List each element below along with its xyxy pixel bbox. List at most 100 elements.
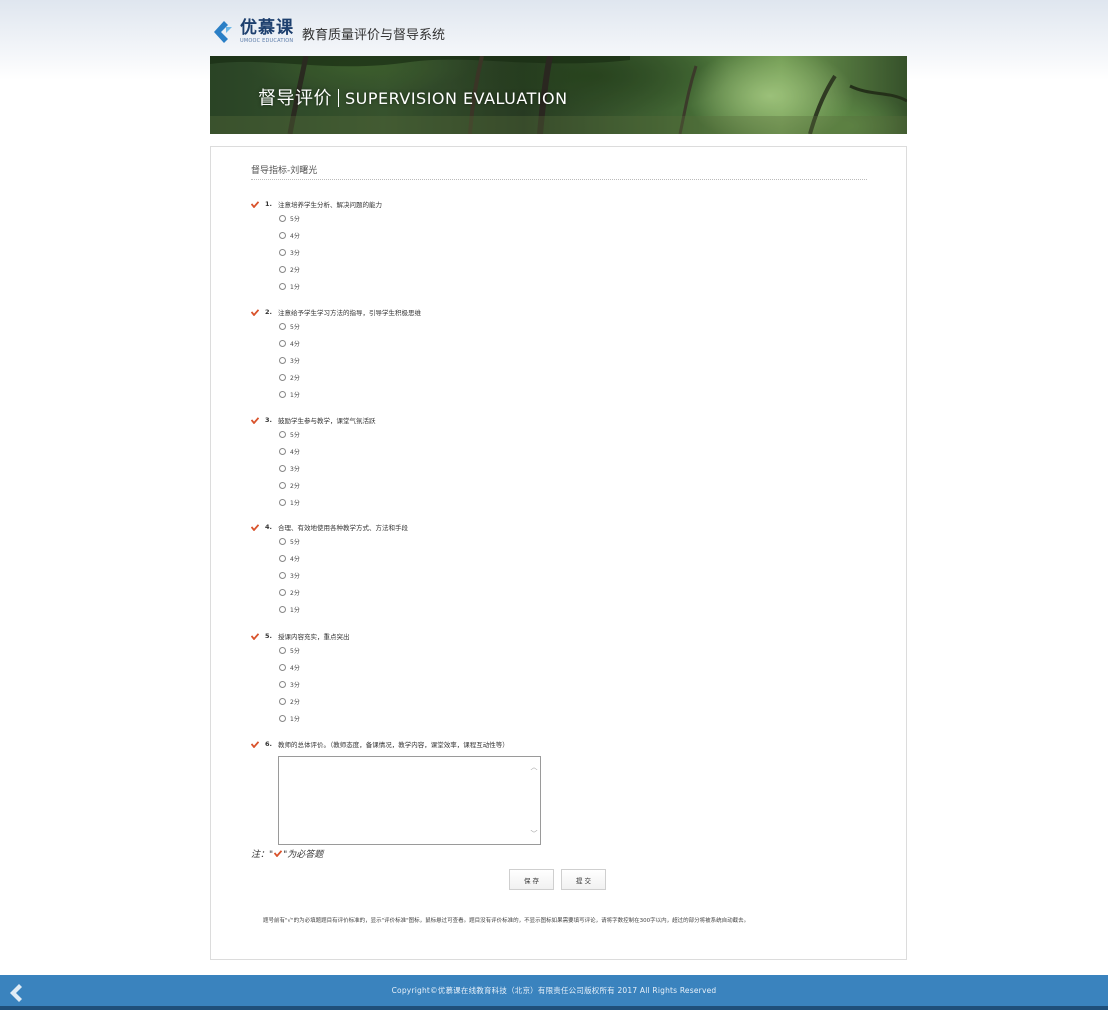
question-1: 1. 注意培养学生分析、解决问题的能力 5分 4分 3分 2分 1分: [251, 198, 851, 295]
radio-button[interactable]: [279, 698, 286, 705]
radio-button[interactable]: [279, 482, 286, 489]
banner-title-separator: [338, 89, 339, 107]
option-2[interactable]: 2分: [279, 693, 851, 710]
option-2[interactable]: 2分: [279, 477, 851, 494]
radio-button[interactable]: [279, 215, 286, 222]
radio-button[interactable]: [279, 606, 286, 613]
radio-button[interactable]: [279, 323, 286, 330]
radio-button[interactable]: [279, 431, 286, 438]
banner-title: 督导评价 SUPERVISION EVALUATION: [258, 84, 568, 110]
system-title: 教育质量评价与督导系统: [302, 27, 446, 43]
option-5[interactable]: 5分: [279, 533, 851, 550]
question-text: 授课内容充实，重点突出: [278, 633, 350, 641]
option-4[interactable]: 4分: [279, 659, 851, 676]
required-check-icon: [251, 416, 259, 424]
radio-button[interactable]: [279, 555, 286, 562]
question-number: 3.: [265, 416, 272, 424]
question-title: 1. 注意培养学生分析、解决问题的能力: [251, 198, 851, 210]
radio-button[interactable]: [279, 340, 286, 347]
option-5[interactable]: 5分: [279, 210, 851, 227]
required-note: 注：" "为必答题: [251, 847, 323, 860]
radio-button[interactable]: [279, 572, 286, 579]
option-2[interactable]: 2分: [279, 584, 851, 601]
option-3[interactable]: 3分: [279, 352, 851, 369]
logo-brand-subtitle: UMOOC EDUCATION: [240, 38, 294, 44]
question-number: 6.: [265, 740, 272, 748]
radio-button[interactable]: [279, 589, 286, 596]
radio-button[interactable]: [279, 249, 286, 256]
radio-button[interactable]: [279, 232, 286, 239]
note-prefix: 注：": [251, 850, 274, 860]
banner-title-cn: 督导评价: [258, 88, 332, 109]
question-text: 注意培养学生分析、解决问题的能力: [278, 201, 382, 209]
option-4[interactable]: 4分: [279, 550, 851, 567]
radio-button[interactable]: [279, 283, 286, 290]
radio-button[interactable]: [279, 664, 286, 671]
umooc-logo-icon: [214, 21, 232, 43]
option-1[interactable]: 1分: [279, 710, 851, 727]
scroll-down-arrow-icon[interactable]: ﹀: [530, 830, 538, 838]
radio-button[interactable]: [279, 715, 286, 722]
footer: Copyright©优慕课在线教育科技（北京）有限责任公司版权所有 2017 A…: [0, 975, 1108, 1010]
option-label: 2分: [290, 483, 300, 490]
option-label: 4分: [290, 341, 300, 348]
option-1[interactable]: 1分: [279, 386, 851, 403]
option-4[interactable]: 4分: [279, 443, 851, 460]
radio-button[interactable]: [279, 448, 286, 455]
option-label: 2分: [290, 590, 300, 597]
option-label: 4分: [290, 233, 300, 240]
radio-button[interactable]: [279, 357, 286, 364]
option-label: 5分: [290, 324, 300, 331]
option-2[interactable]: 2分: [279, 369, 851, 386]
radio-button[interactable]: [279, 499, 286, 506]
option-5[interactable]: 5分: [279, 642, 851, 659]
site-header: 优慕课 UMOOC EDUCATION 教育质量评价与督导系统: [210, 14, 445, 50]
radio-button[interactable]: [279, 647, 286, 654]
option-3[interactable]: 3分: [279, 676, 851, 693]
option-1[interactable]: 1分: [279, 494, 851, 511]
option-3[interactable]: 3分: [279, 567, 851, 584]
option-3[interactable]: 3分: [279, 244, 851, 261]
radio-button[interactable]: [279, 391, 286, 398]
copyright-text: Copyright©优慕课在线教育科技（北京）有限责任公司版权所有 2017 A…: [391, 986, 717, 995]
option-label: 5分: [290, 648, 300, 655]
option-1[interactable]: 1分: [279, 601, 851, 618]
required-check-icon: [251, 308, 259, 316]
question-2: 2. 注意给予学生学习方法的指导，引导学生积极思维 5分 4分 3分 2分 1分: [251, 306, 851, 403]
logo-text: 优慕课 UMOOC EDUCATION: [240, 20, 294, 44]
option-label: 5分: [290, 539, 300, 546]
question-text: 教师的总体评价。（教师态度，备课情况，教学内容，课堂效率，课程互动性等）: [278, 741, 509, 749]
option-5[interactable]: 5分: [279, 426, 851, 443]
question-6: 6. 教师的总体评价。（教师态度，备课情况，教学内容，课堂效率，课程互动性等）: [251, 738, 851, 750]
option-label: 3分: [290, 466, 300, 473]
option-label: 3分: [290, 573, 300, 580]
submit-button[interactable]: 提 交: [561, 869, 606, 890]
save-button[interactable]: 保 存: [509, 869, 554, 890]
question-text: 鼓励学生参与教学，课堂气氛活跃: [278, 417, 376, 425]
comment-textarea[interactable]: ︿ ﹀: [278, 756, 541, 845]
option-label: 3分: [290, 682, 300, 689]
option-2[interactable]: 2分: [279, 261, 851, 278]
radio-button[interactable]: [279, 538, 286, 545]
option-group: 5分 4分 3分 2分 1分: [279, 533, 851, 618]
option-label: 1分: [290, 607, 300, 614]
form-heading: 督导指标-刘曙光: [251, 163, 867, 180]
option-label: 2分: [290, 267, 300, 274]
option-group: 5分 4分 3分 2分 1分: [279, 642, 851, 727]
option-4[interactable]: 4分: [279, 335, 851, 352]
option-5[interactable]: 5分: [279, 318, 851, 335]
question-number: 1.: [265, 200, 272, 208]
scroll-up-arrow-icon[interactable]: ︿: [530, 763, 538, 771]
radio-button[interactable]: [279, 465, 286, 472]
radio-button[interactable]: [279, 681, 286, 688]
option-4[interactable]: 4分: [279, 227, 851, 244]
option-label: 3分: [290, 250, 300, 257]
question-title: 6. 教师的总体评价。（教师态度，备课情况，教学内容，课堂效率，课程互动性等）: [251, 738, 851, 750]
option-3[interactable]: 3分: [279, 460, 851, 477]
option-1[interactable]: 1分: [279, 278, 851, 295]
option-label: 1分: [290, 716, 300, 723]
option-group: 5分 4分 3分 2分 1分: [279, 426, 851, 511]
radio-button[interactable]: [279, 266, 286, 273]
required-check-icon: [251, 523, 259, 531]
radio-button[interactable]: [279, 374, 286, 381]
